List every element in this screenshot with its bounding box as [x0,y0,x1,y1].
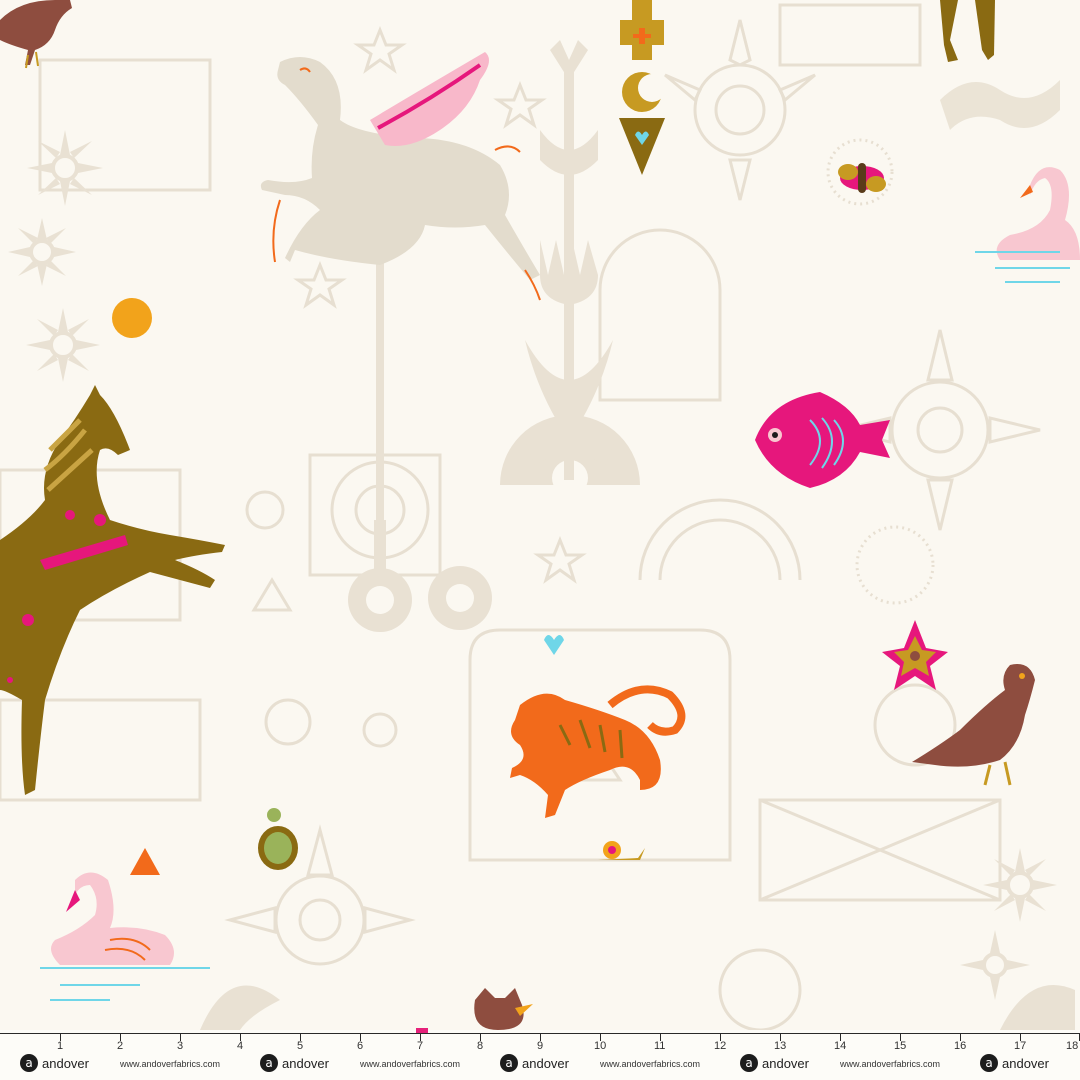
olive-horse [0,385,225,795]
andover-logo-icon: a [260,1054,278,1072]
brand-mark: a andover [20,1054,89,1072]
brand-name: andover [1002,1055,1049,1071]
ruler-number: 3 [177,1040,184,1052]
swan-left [40,872,210,1001]
ruler-number: 6 [357,1040,364,1052]
ruler-number: 9 [537,1040,544,1052]
daisy-filled-3 [26,308,100,382]
ruler-number: 11 [654,1040,666,1052]
totem-stem [350,247,410,620]
ruler-number: 8 [477,1040,484,1052]
color-swatch-mark [416,1028,428,1033]
brown-bird-top [0,0,72,69]
plume-bottom [200,985,1075,1030]
ruler-number: 4 [237,1040,244,1052]
scroll-top-right [940,80,1060,130]
brand-name: andover [42,1055,89,1071]
brand-url: www.andoverfabrics.com [120,1059,221,1069]
ruler-number: 16 [954,1040,967,1052]
star-badge [882,620,948,690]
brand-name: andover [762,1055,809,1071]
daisy-filled-1 [27,130,103,206]
ruler-number: 17 [1014,1040,1027,1052]
moth [838,163,886,193]
gold-sun-dot [112,298,152,338]
selvage-ruler: 1 2 3 4 5 6 7 8 9 10 11 12 13 14 15 16 1… [0,1028,1080,1080]
ruler-number: 7 [417,1040,424,1052]
ruler-number: 5 [297,1040,304,1052]
background-line-art [0,3,1041,1030]
andover-logo-icon: a [740,1054,758,1072]
andover-logo-icon: a [500,1054,518,1072]
brand-url: www.andoverfabrics.com [840,1059,941,1069]
pattern-illustration [0,0,1080,1030]
pegasus [260,52,541,301]
brand-url: www.andoverfabrics.com [360,1059,461,1069]
ruler-number: 18 [1066,1040,1079,1052]
daisy-filled-4 [983,848,1057,922]
hand-tree [525,40,613,480]
pink-fish [755,392,890,488]
tiger [510,635,686,818]
cross-moon-heart-totem [619,0,666,175]
ruler-number: 2 [117,1040,124,1052]
brand-mark: a andover [740,1054,809,1072]
daisy-outline-large [664,19,816,201]
brand-mark: a andover [500,1054,569,1072]
ruler-number: 1 [57,1040,64,1052]
snail [598,841,645,860]
brand-mark: a andover [260,1054,329,1072]
cat-head [474,988,533,1030]
ruler-number: 13 [774,1040,787,1052]
fabric-print: 1 2 3 4 5 6 7 8 9 10 11 12 13 14 15 16 1… [0,0,1080,1080]
daisy-filled-2 [8,218,76,286]
ruler-number: 12 [714,1040,727,1052]
brand-url: www.andoverfabrics.com [600,1059,701,1069]
brand-name: andover [522,1055,569,1071]
ruler-number: 10 [594,1040,607,1052]
orange-triangle [130,848,160,875]
brand-mark: a andover [980,1054,1049,1072]
andover-logo-icon: a [980,1054,998,1072]
ruler-number: 15 [894,1040,907,1052]
andover-logo-icon: a [20,1054,38,1072]
swan-right [975,167,1080,283]
daisy-filled-5 [960,930,1030,1000]
turtle [258,808,298,870]
ruler-number: 14 [834,1040,847,1052]
olive-horse-legs-top [940,0,995,62]
brand-name: andover [282,1055,329,1071]
